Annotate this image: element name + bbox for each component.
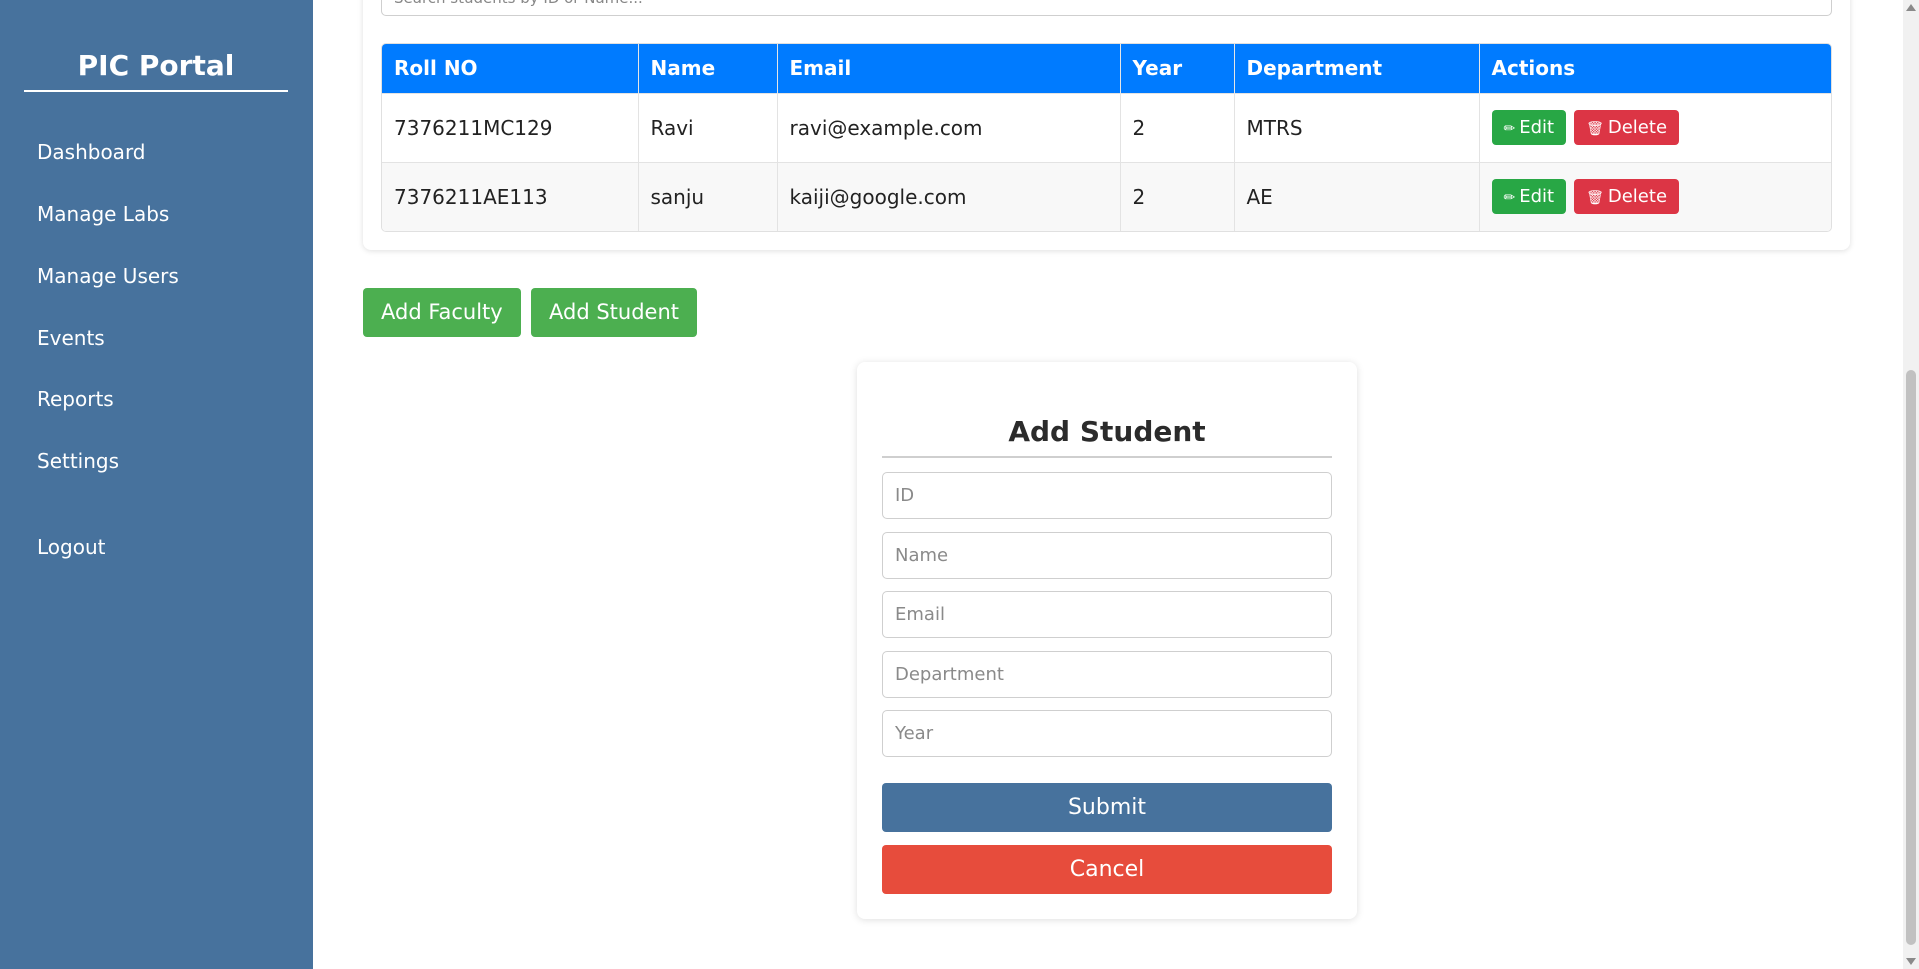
header-email: Email bbox=[777, 44, 1121, 93]
cell-email: ravi@example.com bbox=[777, 92, 1121, 162]
delete-button[interactable]: 🗑 Delete bbox=[1574, 179, 1680, 215]
email-field[interactable] bbox=[882, 591, 1332, 638]
cell-department: MTRS bbox=[1234, 92, 1480, 162]
sidebar-item-manage-users[interactable]: Manage Users bbox=[37, 262, 179, 290]
scrollbar-thumb[interactable] bbox=[1906, 370, 1916, 945]
sidebar-item-dashboard[interactable]: Dashboard bbox=[37, 138, 146, 166]
delete-button[interactable]: 🗑 Delete bbox=[1574, 110, 1680, 145]
edit-button[interactable]: ✏ Edit bbox=[1491, 110, 1567, 145]
sidebar-item-events[interactable]: Events bbox=[37, 324, 105, 352]
scroll-down-arrow-icon[interactable] bbox=[1906, 958, 1916, 965]
sidebar: PIC Portal Dashboard Manage Labs Manage … bbox=[0, 0, 313, 969]
delete-label: Delete bbox=[1607, 186, 1668, 208]
sidebar-item-settings[interactable]: Settings bbox=[37, 447, 119, 475]
brand-title: PIC Portal bbox=[24, 44, 288, 92]
delete-label: Delete bbox=[1607, 117, 1668, 138]
cell-year: 2 bbox=[1120, 161, 1235, 231]
trash-icon: 🗑 bbox=[1586, 190, 1604, 207]
pencil-icon: ✏ bbox=[1503, 121, 1516, 137]
sidebar-item-manage-labs[interactable]: Manage Labs bbox=[37, 200, 169, 228]
header-name: Name bbox=[638, 44, 778, 93]
trash-icon: 🗑 bbox=[1586, 121, 1604, 137]
students-table: Roll NO Name Email Year Department Actio… bbox=[381, 43, 1832, 232]
cell-actions: ✏ Edit 🗑 Delete bbox=[1479, 161, 1831, 231]
header-department: Department bbox=[1234, 44, 1480, 93]
cell-email: kaiji@google.com bbox=[777, 161, 1121, 231]
add-faculty-button[interactable]: Add Faculty bbox=[363, 288, 521, 337]
form-title: Add Student bbox=[882, 412, 1332, 458]
table-row: 7376211AE113 sanju kaiji@google.com 2 AE… bbox=[382, 161, 1831, 231]
sidebar-item-reports[interactable]: Reports bbox=[37, 385, 114, 413]
add-student-button[interactable]: Add Student bbox=[531, 288, 697, 337]
edit-button[interactable]: ✏ Edit bbox=[1491, 179, 1567, 215]
pencil-icon: ✏ bbox=[1503, 190, 1516, 207]
students-card: Roll NO Name Email Year Department Actio… bbox=[363, 0, 1850, 250]
cell-roll-no: 7376211MC129 bbox=[382, 92, 639, 162]
cell-actions: ✏ Edit 🗑 Delete bbox=[1479, 92, 1831, 162]
main-content: Roll NO Name Email Year Department Actio… bbox=[313, 0, 1903, 969]
sidebar-item-logout[interactable]: Logout bbox=[37, 533, 105, 561]
cell-department: AE bbox=[1234, 161, 1480, 231]
year-field[interactable] bbox=[882, 710, 1332, 757]
cancel-button[interactable]: Cancel bbox=[882, 845, 1332, 894]
cell-name: sanju bbox=[638, 161, 778, 231]
table-row: 7376211MC129 Ravi ravi@example.com 2 MTR… bbox=[382, 92, 1831, 162]
vertical-scrollbar[interactable] bbox=[1903, 0, 1919, 969]
scroll-up-arrow-icon[interactable] bbox=[1906, 4, 1916, 11]
table-header-row: Roll NO Name Email Year Department Actio… bbox=[382, 44, 1831, 93]
cell-year: 2 bbox=[1120, 92, 1235, 162]
add-student-form: Add Student Submit Cancel bbox=[857, 362, 1357, 919]
header-roll-no: Roll NO bbox=[382, 44, 639, 93]
edit-label: Edit bbox=[1519, 117, 1555, 138]
search-input[interactable] bbox=[381, 0, 1832, 16]
cell-roll-no: 7376211AE113 bbox=[382, 161, 639, 231]
name-field[interactable] bbox=[882, 532, 1332, 579]
cell-name: Ravi bbox=[638, 92, 778, 162]
department-field[interactable] bbox=[882, 651, 1332, 698]
header-year: Year bbox=[1120, 44, 1235, 93]
submit-button[interactable]: Submit bbox=[882, 783, 1332, 832]
id-field[interactable] bbox=[882, 472, 1332, 519]
edit-label: Edit bbox=[1519, 186, 1555, 208]
header-actions: Actions bbox=[1479, 44, 1831, 93]
